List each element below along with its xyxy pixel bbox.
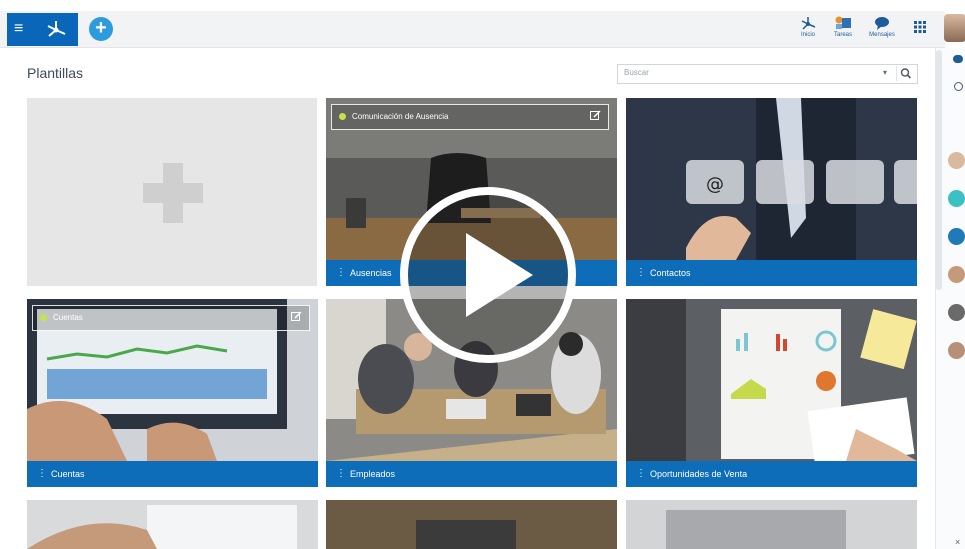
brand-block: ≡ — [7, 13, 78, 46]
nav-inicio[interactable]: Inicio — [789, 16, 827, 38]
card-image — [626, 299, 917, 461]
search-input[interactable]: Buscar ▾ — [617, 64, 918, 84]
card-image — [27, 500, 318, 549]
contact-avatar[interactable] — [948, 152, 965, 169]
card-label: Cuentas — [51, 469, 85, 479]
template-tag-label: Comunicación de Ausencia — [352, 112, 449, 121]
card-label: Empleados — [350, 469, 396, 479]
template-tag: Comunicación de Ausencia — [331, 104, 609, 130]
chat-icon[interactable] — [953, 55, 963, 63]
card-image — [626, 500, 917, 549]
template-tag: Cuentas — [32, 305, 310, 331]
hamburger-menu-icon[interactable]: ≡ — [14, 21, 23, 37]
contact-avatar[interactable] — [948, 342, 965, 359]
card-label-bar: ⋮ Cuentas — [27, 461, 318, 487]
user-avatar[interactable] — [944, 14, 965, 42]
contact-avatar[interactable] — [948, 228, 965, 245]
contact-avatar[interactable] — [948, 190, 965, 207]
card-label: Ausencias — [350, 268, 392, 278]
nav-mensajes[interactable]: Mensajes — [863, 16, 901, 38]
card-label-bar: ⋮ Contactos — [626, 260, 917, 286]
template-card-cuentas[interactable]: Cuentas ⋮ Cuentas — [27, 299, 318, 487]
template-card-partial[interactable] — [326, 500, 617, 549]
contact-avatar[interactable] — [948, 304, 965, 321]
template-tag-label: Cuentas — [53, 313, 83, 322]
more-options-icon[interactable]: ⋮ — [636, 468, 646, 479]
template-card-oportunidades-de-venta[interactable]: ⋮ Oportunidades de Venta — [626, 299, 917, 487]
plus-icon — [143, 163, 203, 223]
svg-text:@: @ — [706, 174, 724, 195]
search-placeholder: Buscar — [624, 68, 649, 77]
card-label-bar: ⋮ Empleados — [326, 461, 617, 487]
more-options-icon[interactable]: ⋮ — [37, 468, 47, 479]
nav-label: Mensajes — [869, 32, 895, 38]
page-title: Plantillas — [27, 65, 84, 81]
more-options-icon[interactable]: ⋮ — [336, 267, 346, 278]
search-icon[interactable] — [896, 66, 915, 81]
sidebar-search-icon[interactable] — [954, 82, 963, 91]
edit-icon[interactable] — [590, 110, 601, 121]
apps-grid-icon[interactable] — [914, 21, 926, 33]
template-card-contactos[interactable]: @ ⋮ Contactos — [626, 98, 917, 286]
card-label: Oportunidades de Venta — [650, 469, 748, 479]
contact-avatar[interactable] — [948, 266, 965, 283]
messages-icon — [875, 17, 889, 30]
network-logo-icon[interactable] — [45, 19, 67, 39]
home-network-icon — [801, 17, 816, 30]
nav-tareas[interactable]: Tareas — [824, 16, 862, 38]
nav-label: Tareas — [833, 32, 852, 38]
card-label: Contactos — [650, 268, 691, 278]
edit-icon[interactable] — [291, 311, 302, 322]
card-label-bar: ⋮ Oportunidades de Venta — [626, 461, 917, 487]
add-template-card[interactable] — [27, 98, 317, 286]
status-dot — [40, 314, 47, 321]
close-icon[interactable]: × — [955, 538, 960, 547]
nav-label: Inicio — [800, 32, 815, 38]
card-image — [326, 500, 617, 549]
tasks-icon — [835, 16, 851, 29]
status-dot — [339, 113, 346, 120]
card-image: @ — [626, 98, 917, 260]
scrollbar[interactable] — [936, 50, 942, 290]
template-card-partial[interactable] — [27, 500, 318, 549]
more-options-icon[interactable]: ⋮ — [636, 267, 646, 278]
dropdown-caret-icon[interactable]: ▾ — [883, 68, 887, 77]
more-options-icon[interactable]: ⋮ — [336, 468, 346, 479]
play-video-icon[interactable] — [398, 185, 578, 365]
add-button[interactable]: + — [89, 17, 113, 41]
template-card-partial[interactable] — [626, 500, 917, 549]
